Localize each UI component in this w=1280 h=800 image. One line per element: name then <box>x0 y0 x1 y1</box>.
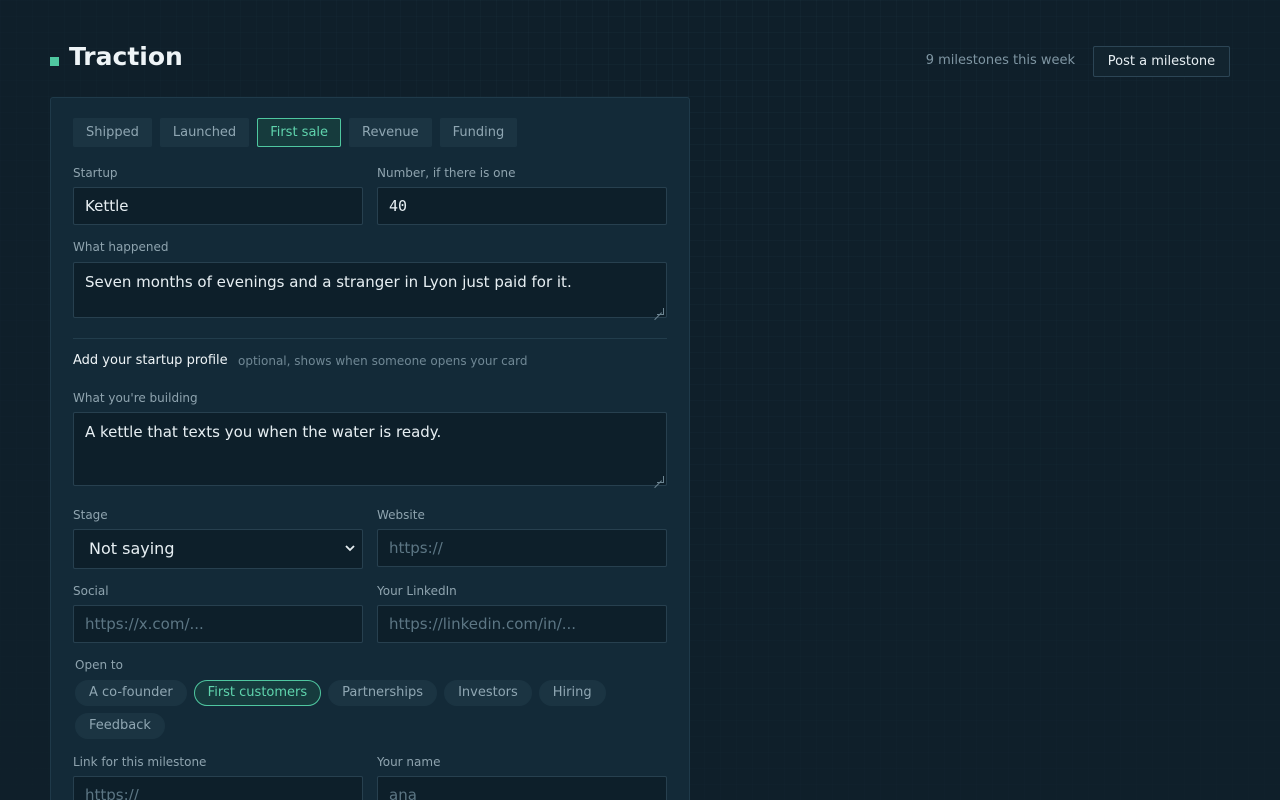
social-label: Social <box>73 584 109 598</box>
milestone-link-label: Link for this milestone <box>73 755 207 769</box>
social-input[interactable]: https://x.com/... <box>73 605 363 643</box>
building-textarea[interactable]: A kettle that texts you when the water i… <box>73 412 667 486</box>
milestone-form-card: Shipped Launched First sale Revenue Fund… <box>50 97 690 800</box>
resize-handle-icon[interactable] <box>657 308 664 315</box>
open-to-partnerships[interactable]: Partnerships <box>328 680 438 706</box>
open-to-first-customers[interactable]: First customers <box>193 680 322 706</box>
open-to-options: A co-founder First customers Partnership… <box>75 680 635 739</box>
stage-label: Stage <box>73 508 108 522</box>
profile-section-note: optional, shows when someone opens your … <box>238 354 528 368</box>
what-happened-label: What happened <box>73 240 169 254</box>
building-label: What you're building <box>73 391 198 405</box>
what-happened-textarea[interactable]: Seven months of evenings and a stranger … <box>73 262 667 318</box>
tab-launched[interactable]: Launched <box>159 118 250 147</box>
startup-label: Startup <box>73 166 118 180</box>
page-header: Traction 9 milestones this week Post a m… <box>50 42 1230 82</box>
number-input[interactable]: 40 <box>377 187 667 225</box>
open-to-hiring[interactable]: Hiring <box>538 680 606 706</box>
chevron-down-icon <box>345 545 355 552</box>
your-name-label: Your name <box>377 755 441 769</box>
website-label: Website <box>377 508 425 522</box>
post-milestone-button[interactable]: Post a milestone <box>1093 46 1230 77</box>
brand-square-icon <box>50 57 59 66</box>
number-label: Number, if there is one <box>377 166 516 180</box>
building-text: A kettle that texts you when the water i… <box>85 423 442 441</box>
open-to-co-founder[interactable]: A co-founder <box>75 680 187 706</box>
linkedin-input[interactable]: https://linkedin.com/in/... <box>377 605 667 643</box>
what-happened-text: Seven months of evenings and a stranger … <box>85 273 572 291</box>
tab-first-sale[interactable]: First sale <box>257 118 342 147</box>
page-title: Traction <box>69 42 183 71</box>
startup-input[interactable]: Kettle <box>73 187 363 225</box>
resize-handle-icon[interactable] <box>657 476 664 483</box>
milestone-link-input[interactable]: https:// <box>73 776 363 800</box>
open-to-investors[interactable]: Investors <box>444 680 532 706</box>
profile-section-title: Add your startup profile <box>73 353 228 368</box>
your-name-input[interactable]: ana <box>377 776 667 800</box>
tab-shipped[interactable]: Shipped <box>73 118 152 147</box>
tab-funding[interactable]: Funding <box>439 118 518 147</box>
week-milestone-count: 9 milestones this week <box>925 53 1075 68</box>
milestone-type-tabs: Shipped Launched First sale Revenue Fund… <box>73 118 518 147</box>
open-to-feedback[interactable]: Feedback <box>75 713 165 739</box>
linkedin-label: Your LinkedIn <box>377 584 457 598</box>
tab-revenue[interactable]: Revenue <box>349 118 432 147</box>
stage-selected-value: Not saying <box>89 539 175 558</box>
section-divider <box>73 338 667 339</box>
stage-select[interactable]: Not saying <box>73 529 363 569</box>
open-to-label: Open to <box>75 658 123 672</box>
website-input[interactable]: https:// <box>377 529 667 567</box>
